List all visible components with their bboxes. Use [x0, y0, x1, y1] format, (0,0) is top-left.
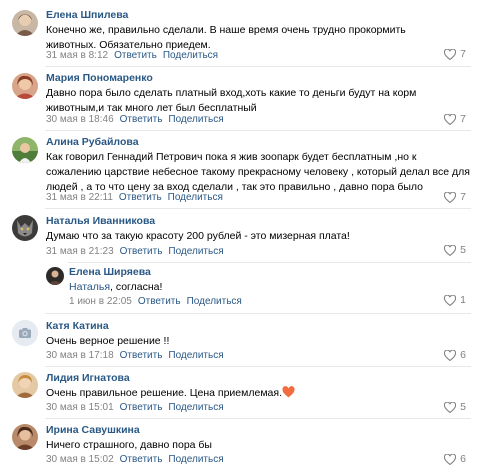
- reply-button[interactable]: Ответить: [120, 246, 163, 257]
- comment-text: Конечно же, правильно сделали. В наше вр…: [46, 24, 406, 51]
- reply-button[interactable]: Ответить: [120, 454, 163, 465]
- share-button[interactable]: Поделиться: [168, 114, 223, 125]
- divider: [45, 418, 471, 419]
- share-button[interactable]: Поделиться: [168, 402, 223, 413]
- comment-meta: 31 мая в 8:12 Ответить Поделиться: [46, 50, 218, 61]
- avatar[interactable]: [46, 267, 64, 285]
- avatar[interactable]: [12, 73, 38, 99]
- comment-date[interactable]: 30 мая в 18:46: [46, 114, 114, 125]
- like-button[interactable]: 6: [444, 349, 466, 361]
- like-count: 6: [460, 349, 466, 361]
- comment-date[interactable]: 31 мая в 8:12: [46, 50, 108, 61]
- heart-icon: [444, 191, 457, 203]
- camera-placeholder-icon: [12, 320, 38, 346]
- avatar[interactable]: [12, 424, 38, 450]
- divider: [68, 262, 471, 263]
- comment-meta: 30 мая в 15:02 Ответить Поделиться: [46, 454, 224, 465]
- comment-meta: 1 июн в 22:05 Ответить Поделиться: [69, 296, 242, 307]
- divider: [45, 208, 471, 209]
- heart-icon: [444, 48, 457, 60]
- reply-text: , согласна!: [110, 281, 163, 293]
- author-name[interactable]: Лидия Игнатова: [46, 372, 130, 384]
- comment-text: Давно пора было сделать платный вход,хот…: [46, 87, 417, 114]
- reply-button[interactable]: Ответить: [138, 296, 181, 307]
- heart-icon: [444, 294, 457, 306]
- like-count: 7: [460, 113, 466, 125]
- like-count: 1: [460, 294, 466, 306]
- comment-text: Ничего страшного, давно пора бы: [46, 439, 212, 451]
- avatar[interactable]: [12, 215, 38, 241]
- like-count: 5: [460, 401, 466, 413]
- heart-icon: [444, 244, 457, 256]
- like-button[interactable]: 1: [444, 294, 466, 306]
- comment-meta: 31 мая в 21:23 Ответить Поделиться: [46, 246, 224, 257]
- comment-date[interactable]: 30 мая в 15:02: [46, 454, 114, 465]
- heart-icon: [444, 113, 457, 125]
- comment-text: Очень правильное решение. Цена приемлема…: [46, 386, 456, 401]
- comment-text: Очень верное решение !!: [46, 335, 170, 347]
- comment-body: Очень правильное решение. Цена приемлема…: [46, 387, 282, 399]
- share-button[interactable]: Поделиться: [168, 350, 223, 361]
- avatar[interactable]: [12, 320, 38, 346]
- divider: [45, 366, 471, 367]
- avatar[interactable]: [12, 137, 38, 163]
- share-button[interactable]: Поделиться: [187, 296, 242, 307]
- comment-meta: 30 мая в 18:46 Ответить Поделиться: [46, 114, 224, 125]
- reply-button[interactable]: Ответить: [120, 402, 163, 413]
- reply-button[interactable]: Ответить: [119, 192, 162, 203]
- divider: [45, 313, 471, 314]
- reply-button[interactable]: Ответить: [120, 114, 163, 125]
- like-button[interactable]: 7: [444, 113, 466, 125]
- share-button[interactable]: Поделиться: [168, 192, 223, 203]
- share-button[interactable]: Поделиться: [163, 50, 218, 61]
- author-name[interactable]: Елена Шпилева: [46, 9, 128, 21]
- avatar[interactable]: [12, 10, 38, 36]
- like-button[interactable]: 6: [444, 453, 466, 465]
- heart-icon: [444, 453, 457, 465]
- author-name[interactable]: Катя Катина: [46, 320, 109, 332]
- heart-icon: [444, 349, 457, 361]
- like-button[interactable]: 5: [444, 244, 466, 256]
- author-name[interactable]: Елена Ширяева: [69, 266, 151, 278]
- comment-meta: 31 мая в 22:11 Ответить Поделиться: [46, 192, 223, 203]
- share-button[interactable]: Поделиться: [168, 246, 223, 257]
- like-button[interactable]: 5: [444, 401, 466, 413]
- comment-text: Как говорил Геннадий Петрович пока я жив…: [46, 151, 470, 193]
- like-count: 7: [460, 48, 466, 60]
- comment-date[interactable]: 30 мая в 15:01: [46, 402, 114, 413]
- comment-meta: 30 мая в 15:01 Ответить Поделиться: [46, 402, 224, 413]
- divider: [45, 66, 471, 67]
- comment-date[interactable]: 30 мая в 17:18: [46, 350, 114, 361]
- comment-meta: 30 мая в 17:18 Ответить Поделиться: [46, 350, 224, 361]
- heart-emoji-icon: [282, 386, 295, 398]
- comment-date[interactable]: 31 мая в 21:23: [46, 246, 114, 257]
- comment-date[interactable]: 31 мая в 22:11: [46, 192, 113, 203]
- divider: [45, 130, 471, 131]
- author-name[interactable]: Мария Пономаренко: [46, 72, 153, 84]
- like-count: 6: [460, 453, 466, 465]
- like-count: 7: [460, 191, 466, 203]
- like-button[interactable]: 7: [444, 48, 466, 60]
- comment-text: Думаю что за такую красоту 200 рублей - …: [46, 230, 350, 242]
- reply-button[interactable]: Ответить: [120, 350, 163, 361]
- author-name[interactable]: Алина Рубайлова: [46, 136, 139, 148]
- share-button[interactable]: Поделиться: [168, 454, 223, 465]
- comment-date[interactable]: 1 июн в 22:05: [69, 296, 132, 307]
- author-name[interactable]: Наталья Иванникова: [46, 215, 155, 227]
- author-name[interactable]: Ирина Савушкина: [46, 424, 140, 436]
- mention-link[interactable]: Наталья: [69, 281, 110, 293]
- heart-icon: [444, 401, 457, 413]
- reply-button[interactable]: Ответить: [114, 50, 157, 61]
- avatar[interactable]: [12, 372, 38, 398]
- like-count: 5: [460, 244, 466, 256]
- like-button[interactable]: 7: [444, 191, 466, 203]
- comment-text: Наталья, согласна!: [69, 280, 459, 295]
